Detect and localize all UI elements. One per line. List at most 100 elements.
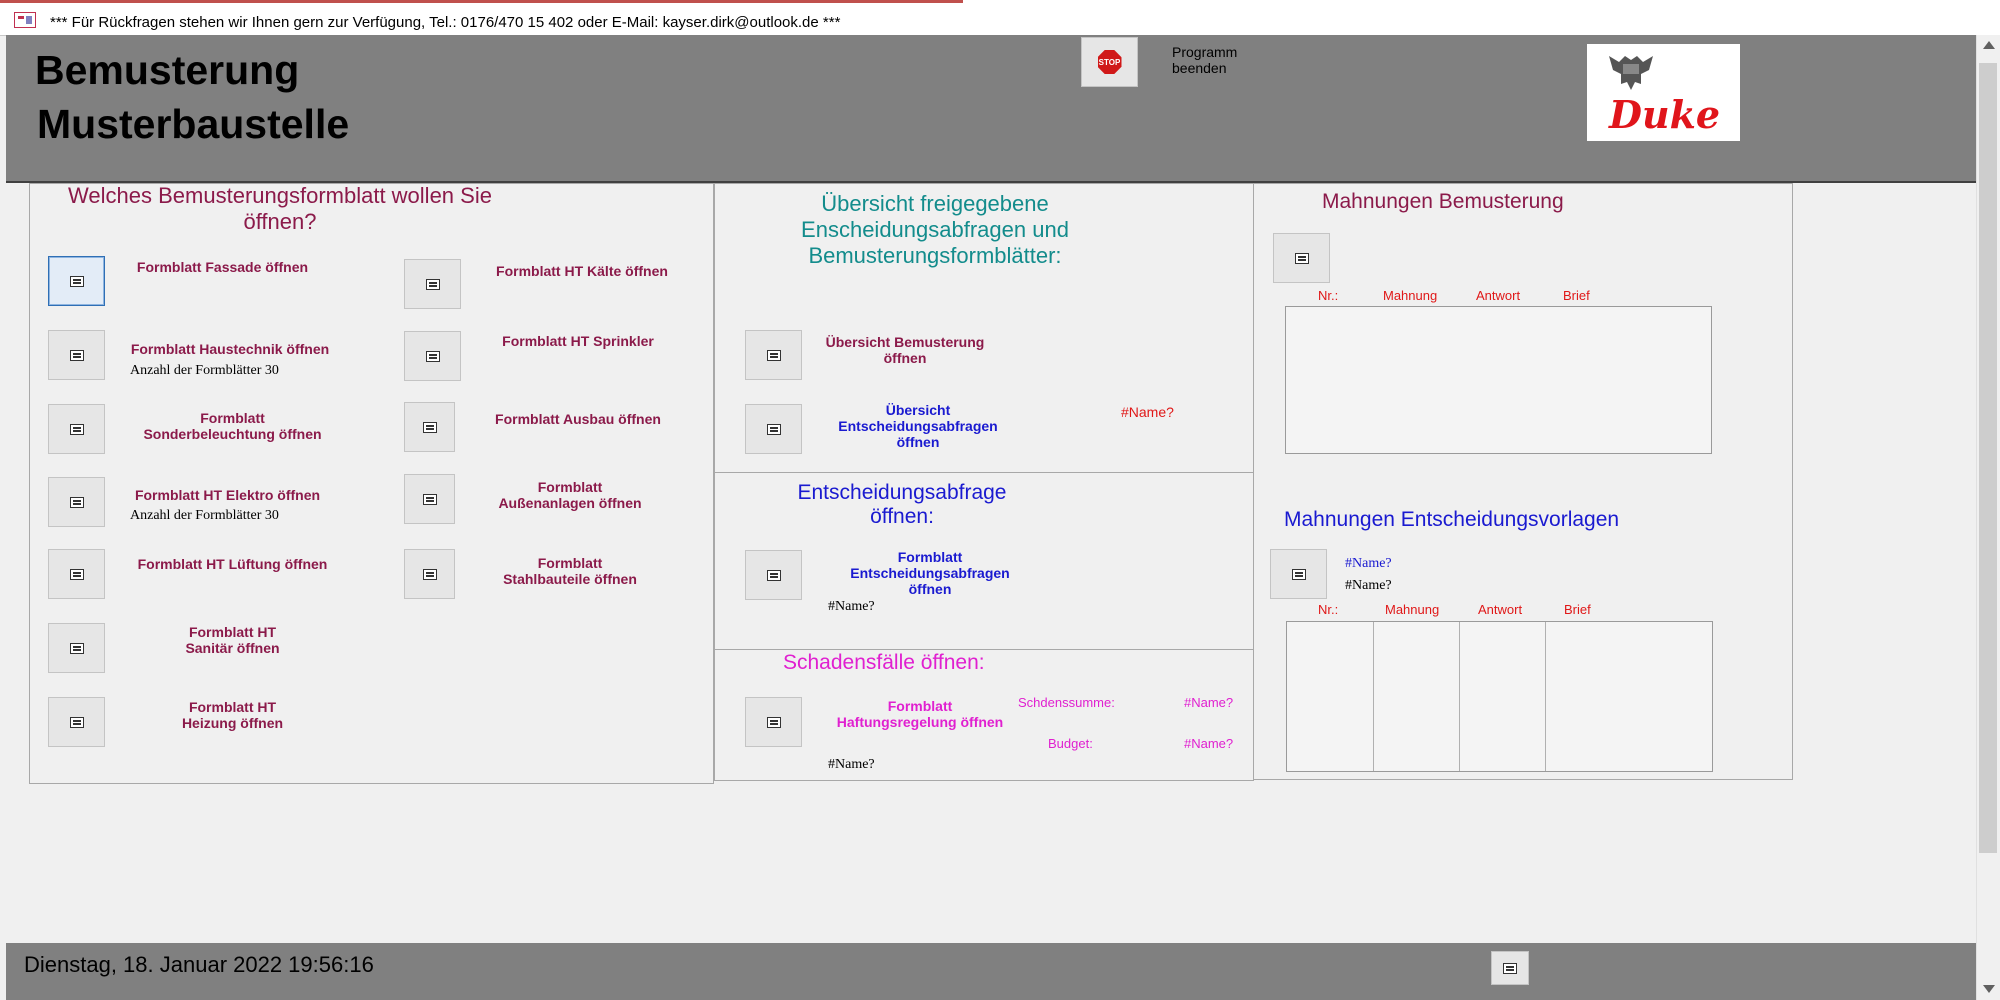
- haustechnik-label: Formblatt Haustechnik öffnen: [130, 341, 330, 357]
- form-icon: [1291, 568, 1306, 580]
- fassade-label: Formblatt Fassade öffnen: [136, 259, 309, 275]
- haustechnik-count: Anzahl der Formblätter 30: [130, 363, 279, 378]
- column-header-mahnung: Mahnung: [1383, 288, 1438, 303]
- form-icon: [69, 496, 84, 508]
- form-icon: [422, 421, 437, 433]
- elektro-count: Anzahl der Formblätter 30: [130, 508, 279, 523]
- overview-heading: Übersicht freigegebene Enscheidungsabfra…: [801, 191, 1069, 268]
- stop-icon: STOP: [1097, 50, 1122, 74]
- form-icon: [1294, 252, 1309, 264]
- mahnungen-button[interactable]: [1273, 233, 1330, 283]
- footer-button[interactable]: [1491, 951, 1529, 985]
- form-icon: [69, 716, 84, 728]
- form-icon: [69, 423, 84, 435]
- ausbau-label: Formblatt Ausbau öffnen: [495, 411, 661, 427]
- aussenanlagen-button[interactable]: [404, 474, 455, 524]
- form-icon: [69, 568, 84, 580]
- form-icon: [422, 568, 437, 580]
- form-icon: [425, 350, 440, 362]
- list-divider: [1459, 622, 1460, 771]
- mahnungen-entscheidung-list[interactable]: [1286, 621, 1713, 772]
- column-header-brief-2: Brief: [1564, 602, 1591, 617]
- list-divider: [1545, 622, 1546, 771]
- formblatt-heading: Welches Bemusterungsformblatt wollen Sie…: [68, 183, 492, 234]
- elektro-label: Formblatt HT Elektro öffnen: [134, 487, 321, 503]
- overview-entscheidung-button[interactable]: [745, 404, 802, 454]
- column-header-antwort: Antwort: [1476, 288, 1521, 303]
- schadenssumme-label: Schdenssumme:: [1018, 695, 1115, 710]
- form-icon: [766, 423, 781, 435]
- overview-name-field: #Name?: [1121, 404, 1174, 420]
- form-icon: [69, 349, 84, 361]
- form-icon: [14, 12, 36, 28]
- sprinkler-button[interactable]: [404, 331, 461, 381]
- document-tab[interactable]: *** Für Rückfragen stehen wir Ihnen gern…: [0, 0, 963, 33]
- lueftung-label: Formblatt HT Lüftung öffnen: [137, 556, 328, 572]
- form-icon: [425, 278, 440, 290]
- entscheidung-heading: Entscheidungsabfrage öffnen:: [797, 481, 1007, 528]
- mahnungen-entscheidung-button[interactable]: [1270, 549, 1327, 599]
- vertical-scrollbar[interactable]: [1976, 35, 2000, 1000]
- sanitaer-button[interactable]: [48, 623, 105, 673]
- entscheidung-form-label: Formblatt Entscheidungsabfragen öffnen: [850, 549, 1010, 597]
- mahnung-name-blue: #Name?: [1345, 556, 1392, 571]
- form-icon: [766, 569, 781, 581]
- column-header-antwort-2: Antwort: [1478, 602, 1523, 617]
- column-header-brief: Brief: [1563, 288, 1590, 303]
- column-header-mahnung-2: Mahnung: [1385, 602, 1440, 617]
- fassade-button[interactable]: [48, 256, 105, 306]
- column-header-nr-2: Nr.:: [1318, 602, 1339, 617]
- logo-text: Duke: [1609, 92, 1721, 137]
- ausbau-button[interactable]: [404, 402, 455, 452]
- engine-icon: [1609, 56, 1653, 90]
- mahnungen-entscheidung-heading: Mahnungen Entscheidungsvorlagen: [1284, 508, 1620, 531]
- schadenssumme-value: #Name?: [1184, 695, 1234, 710]
- scroll-down-icon[interactable]: [1983, 985, 1995, 993]
- kaelte-button[interactable]: [404, 259, 461, 309]
- exit-label: Programm beenden: [1172, 44, 1238, 76]
- elektro-button[interactable]: [48, 477, 105, 527]
- duke-logo: Duke: [1587, 44, 1740, 141]
- sanitaer-label: Formblatt HT Sanitär öffnen: [185, 624, 280, 656]
- overview-bemusterung-label: Übersicht Bemusterung öffnen: [825, 334, 985, 366]
- entscheidung-form-button[interactable]: [745, 550, 802, 600]
- mahnungen-heading: Mahnungen Bemusterung: [1322, 190, 1564, 213]
- scroll-thumb[interactable]: [1979, 63, 1997, 853]
- overview-bemusterung-button[interactable]: [745, 330, 802, 380]
- mahnungen-list[interactable]: [1285, 306, 1712, 454]
- datetime-display: Dienstag, 18. Januar 2022 19:56:16: [24, 952, 374, 977]
- sonderbeleuchtung-button[interactable]: [48, 404, 105, 454]
- overview-entscheidung-label: Übersicht Entscheidungsabfragen öffnen: [838, 402, 998, 450]
- scroll-up-icon[interactable]: [1983, 41, 1995, 49]
- aussenanlagen-label: Formblatt Außenanlagen öffnen: [498, 479, 642, 511]
- entscheidung-name-field: #Name?: [828, 599, 875, 614]
- form-icon: [1503, 962, 1517, 974]
- schaden-heading: Schadensfälle öffnen:: [783, 651, 985, 674]
- heizung-button[interactable]: [48, 697, 105, 747]
- page-subtitle: Musterbaustelle: [37, 101, 350, 147]
- form-icon: [69, 275, 84, 287]
- column-header-nr: Nr.:: [1318, 288, 1339, 303]
- budget-label: Budget:: [1048, 736, 1093, 751]
- budget-value: #Name?: [1184, 736, 1234, 751]
- lueftung-button[interactable]: [48, 549, 105, 599]
- form-icon: [766, 716, 781, 728]
- stahlbauteile-button[interactable]: [404, 549, 455, 599]
- sprinkler-label: Formblatt HT Sprinkler: [502, 333, 654, 349]
- tab-title: *** Für Rückfragen stehen wir Ihnen gern…: [50, 14, 841, 31]
- haustechnik-button[interactable]: [48, 330, 105, 380]
- haftung-button[interactable]: [745, 697, 802, 747]
- form-icon: [422, 493, 437, 505]
- page-title: Bemusterung: [35, 47, 300, 93]
- stahlbauteile-label: Formblatt Stahlbauteile öffnen: [503, 555, 637, 587]
- form-footer: Dienstag, 18. Januar 2022 19:56:16: [6, 943, 1976, 1000]
- mahnung-name-black: #Name?: [1345, 578, 1392, 593]
- form-icon: [69, 642, 84, 654]
- list-divider: [1373, 622, 1374, 771]
- heizung-label: Formblatt HT Heizung öffnen: [181, 699, 284, 731]
- sonderbeleuchtung-label: Formblatt Sonderbeleuchtung öffnen: [143, 410, 322, 442]
- exit-button[interactable]: STOP: [1081, 37, 1138, 87]
- haftung-name-field: #Name?: [828, 757, 875, 772]
- kaelte-label: Formblatt HT Kälte öffnen: [496, 263, 668, 279]
- form-icon: [766, 349, 781, 361]
